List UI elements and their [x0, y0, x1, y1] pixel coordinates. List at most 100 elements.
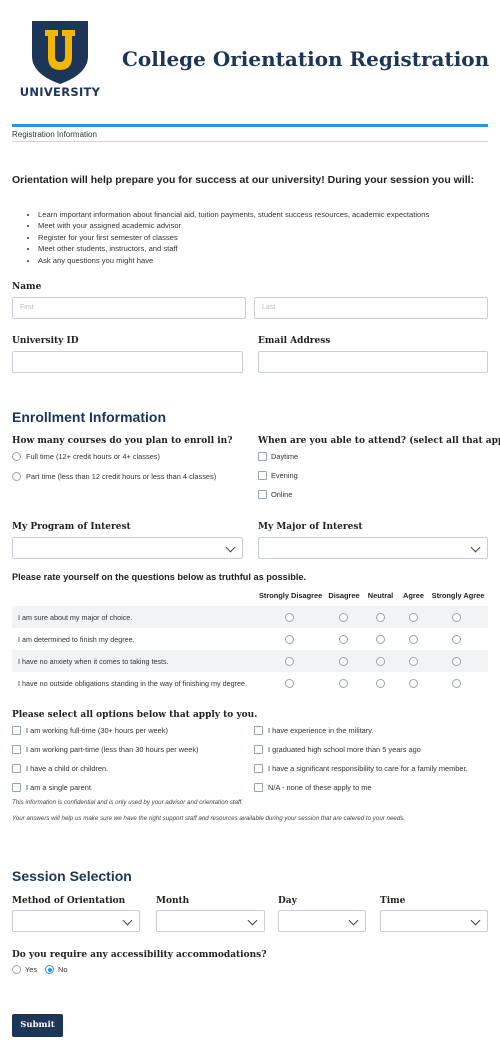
accessibility-yes-radio[interactable]: [12, 965, 21, 974]
accessibility-yes-label[interactable]: Yes: [25, 965, 37, 974]
apply-option-label[interactable]: I am working part-time (less than 30 hou…: [26, 745, 199, 754]
day-label: Day: [278, 896, 297, 906]
rating-radio[interactable]: [339, 679, 348, 688]
apply-option-label[interactable]: I am a single parent.: [26, 783, 93, 792]
program-select[interactable]: [12, 537, 243, 559]
rating-radio[interactable]: [409, 635, 418, 644]
rating-radio[interactable]: [376, 613, 385, 622]
online-option-label[interactable]: Online: [271, 490, 292, 499]
accessibility-no-label[interactable]: No: [58, 965, 67, 974]
intro-bullet: Learn important information about financ…: [38, 209, 429, 220]
rating-radio[interactable]: [409, 657, 418, 666]
month-select[interactable]: [156, 910, 265, 932]
chevron-down-icon: [470, 542, 481, 553]
rating-radio[interactable]: [285, 635, 294, 644]
rating-radio[interactable]: [376, 635, 385, 644]
rating-radio[interactable]: [376, 679, 385, 688]
matrix-column-header: Neutral: [367, 591, 394, 600]
apply-option-label[interactable]: I am working full-time (30+ hours per we…: [26, 726, 168, 735]
logo-text: UNIVERSITY: [19, 85, 101, 99]
last-name-field[interactable]: Last: [254, 297, 488, 319]
children-checkbox[interactable]: [12, 764, 21, 773]
online-checkbox[interactable]: [258, 490, 267, 499]
military-checkbox[interactable]: [254, 726, 263, 735]
chevron-down-icon: [348, 915, 359, 926]
rating-radio[interactable]: [285, 657, 294, 666]
major-select[interactable]: [258, 537, 488, 559]
support-note: Your answers will help us make sure we h…: [12, 815, 406, 822]
shield-icon: [32, 21, 88, 84]
rating-radio[interactable]: [452, 679, 461, 688]
name-label: Name: [12, 282, 42, 292]
intro-bullet-list: Learn important information about financ…: [26, 209, 429, 266]
major-label: My Major of Interest: [258, 522, 363, 532]
single-parent-checkbox[interactable]: [12, 783, 21, 792]
program-label: My Program of Interest: [12, 522, 131, 532]
matrix-row: I am sure about my major of choice.: [12, 606, 488, 628]
section-divider: [12, 141, 488, 142]
matrix-column-header: Agree: [403, 591, 424, 600]
none-apply-checkbox[interactable]: [254, 783, 263, 792]
matrix-row-label: I am determined to finish my degree.: [18, 635, 135, 644]
rating-radio[interactable]: [339, 635, 348, 644]
part-time-radio[interactable]: [12, 472, 21, 481]
matrix-row-label: I have no anxiety when it comes to takin…: [18, 657, 169, 666]
matrix-row-label: I have no outside obligations standing i…: [18, 679, 247, 688]
rating-radio[interactable]: [409, 679, 418, 688]
chevron-down-icon: [122, 915, 133, 926]
submit-button[interactable]: Submit: [12, 1014, 63, 1037]
time-label: Time: [380, 896, 406, 906]
evening-option-label[interactable]: Evening: [271, 471, 298, 480]
apply-option-label[interactable]: I graduated high school more than 5 year…: [268, 745, 421, 754]
accessibility-no-radio[interactable]: [45, 965, 54, 974]
full-time-work-checkbox[interactable]: [12, 726, 21, 735]
intro-bullet: Meet with your assigned academic advisor: [38, 220, 429, 231]
matrix-row: I am determined to finish my degree.: [12, 628, 488, 650]
rating-radio[interactable]: [339, 613, 348, 622]
rating-radio[interactable]: [452, 657, 461, 666]
section-tab[interactable]: Registration Information: [12, 130, 97, 139]
rating-radio[interactable]: [339, 657, 348, 666]
email-label: Email Address: [258, 336, 331, 346]
confidential-note: This information is confidential and is …: [12, 799, 244, 806]
evening-checkbox[interactable]: [258, 471, 267, 480]
accessibility-question: Do you require any accessibility accommo…: [12, 950, 267, 960]
graduated-5yrs-checkbox[interactable]: [254, 745, 263, 754]
attend-question: When are you able to attend? (select all…: [258, 436, 500, 446]
session-heading: Session Selection: [12, 868, 132, 884]
rating-radio[interactable]: [452, 613, 461, 622]
part-time-option-label[interactable]: Part time (less than 12 credit hours or …: [26, 472, 216, 481]
enrollment-heading: Enrollment Information: [12, 409, 166, 425]
chevron-down-icon: [247, 915, 258, 926]
time-select[interactable]: [380, 910, 488, 932]
apply-option-label[interactable]: I have a significant responsibility to c…: [268, 764, 468, 773]
matrix-row: I have no anxiety when it comes to takin…: [12, 650, 488, 672]
rating-radio[interactable]: [409, 613, 418, 622]
rating-radio[interactable]: [376, 657, 385, 666]
apply-heading: Please select all options below that app…: [12, 710, 258, 720]
apply-option-label[interactable]: I have experience in the military.: [268, 726, 373, 735]
daytime-checkbox[interactable]: [258, 452, 267, 461]
rating-radio[interactable]: [285, 613, 294, 622]
matrix-column-header: Strongly Agree: [431, 591, 485, 600]
header-divider: [12, 124, 488, 127]
full-time-option-label[interactable]: Full time (12+ credit hours or 4+ classe…: [26, 452, 160, 461]
matrix-column-header: Disagree: [328, 591, 360, 600]
apply-option-label[interactable]: I have a child or children.: [26, 764, 108, 773]
intro-heading: Orientation will help prepare you for su…: [12, 174, 475, 186]
rating-radio[interactable]: [452, 635, 461, 644]
email-field[interactable]: [258, 351, 488, 373]
intro-bullet: Ask any questions you might have: [38, 255, 429, 266]
day-select[interactable]: [278, 910, 366, 932]
full-time-radio[interactable]: [12, 452, 21, 461]
apply-option-label[interactable]: N/A - none of these apply to me: [268, 783, 372, 792]
family-care-checkbox[interactable]: [254, 764, 263, 773]
part-time-work-checkbox[interactable]: [12, 745, 21, 754]
first-name-field[interactable]: First: [12, 297, 246, 319]
university-id-field[interactable]: [12, 351, 243, 373]
chevron-down-icon: [225, 542, 236, 553]
rating-heading: Please rate yourself on the questions be…: [12, 572, 307, 582]
method-select[interactable]: [12, 910, 140, 932]
rating-radio[interactable]: [285, 679, 294, 688]
daytime-option-label[interactable]: Daytime: [271, 452, 298, 461]
